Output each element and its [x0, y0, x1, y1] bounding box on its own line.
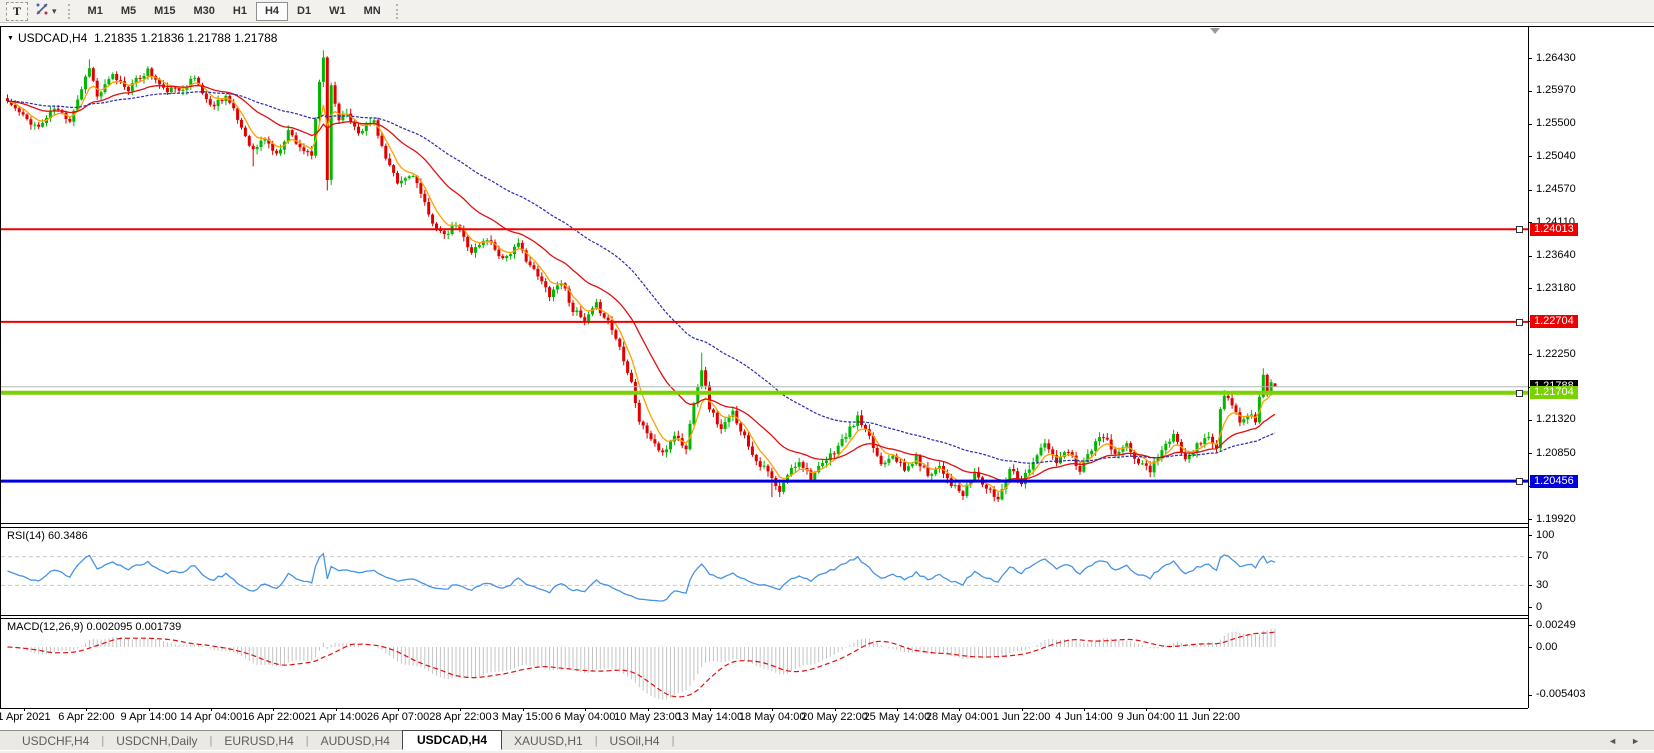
- horizontal-price-lines[interactable]: [1, 229, 1528, 481]
- price-axis-label: 1.25500: [1536, 117, 1576, 129]
- macd-indicator: [8, 629, 1276, 700]
- axis-tick: [1528, 256, 1532, 257]
- tab-separator: |: [672, 735, 675, 747]
- ohlc-values: 1.21835 1.21836 1.21788 1.21788: [94, 31, 278, 45]
- macd-axis[interactable]: 0.00249 0.00 -0.005403: [1528, 615, 1654, 708]
- price-axis[interactable]: 1.264301.259701.255001.250401.245701.241…: [1528, 26, 1654, 523]
- price-axis-label: 1.23180: [1536, 282, 1576, 294]
- price-line-badge: 1.24013: [1530, 223, 1578, 236]
- price-line-badge: 1.20456: [1530, 475, 1578, 488]
- timeframe-button-mn[interactable]: MN: [355, 2, 390, 21]
- symbol-label: USDCAD,H4: [18, 31, 87, 45]
- line-handle[interactable]: [1516, 226, 1523, 233]
- symbol-tab-xauusd-h1[interactable]: XAUUSD,H1: [502, 731, 595, 750]
- axis-tick: [1528, 58, 1532, 59]
- axis-tick: [1528, 91, 1532, 92]
- symbol-tab-usdchf-h4[interactable]: USDCHF,H4: [10, 731, 101, 750]
- timeframe-button-m1[interactable]: M1: [79, 2, 112, 21]
- timeframe-button-m30[interactable]: M30: [185, 2, 224, 21]
- pane-separator: [0, 615, 1528, 616]
- tab-scroll-arrows: ◄ ►: [1608, 736, 1654, 746]
- time-axis[interactable]: 1 Apr 20216 Apr 22:009 Apr 14:0014 Apr 0…: [0, 708, 1528, 726]
- price-axis-label: 1.25970: [1536, 84, 1576, 96]
- price-axis-label: 1.25040: [1536, 150, 1576, 162]
- rsi-axis[interactable]: 100 70 30 0: [1528, 523, 1654, 615]
- price-axis-label: 1.23640: [1536, 249, 1576, 261]
- timeframe-button-m5[interactable]: M5: [112, 2, 145, 21]
- price-axis-label: 1.24570: [1536, 183, 1576, 195]
- time-axis-label: 11 Jun 22:00: [1164, 711, 1254, 723]
- axis-tick: [1528, 453, 1532, 454]
- price-axis-label: 1.22250: [1536, 348, 1576, 360]
- macd-axis-label: 0.00: [1536, 641, 1557, 653]
- macd-axis-label: -0.005403: [1536, 688, 1586, 700]
- chevron-down-icon: ▾: [52, 6, 57, 17]
- symbol-tab-usdcad-h4[interactable]: USDCAD,H4: [402, 730, 502, 750]
- axis-tick: [1528, 625, 1532, 626]
- axis-tick: [1528, 557, 1532, 558]
- pane-separator: [0, 527, 1528, 528]
- timeframe-button-d1[interactable]: D1: [288, 2, 320, 21]
- axis-tick: [1528, 607, 1532, 608]
- line-handle[interactable]: [1516, 478, 1523, 485]
- price-line-badge: 1.21704: [1530, 386, 1578, 399]
- timeframe-button-h1[interactable]: H1: [224, 2, 256, 21]
- symbol-tab-usdcnh-daily[interactable]: USDCNH,Daily: [104, 731, 209, 750]
- axis-tick: [1528, 647, 1532, 648]
- tabs-list: USDCHF,H4|USDCNH,Daily|EURUSD,H4|AUDUSD,…: [0, 731, 1608, 750]
- axis-tick: [1528, 190, 1532, 191]
- line-handle[interactable]: [1516, 390, 1523, 397]
- rsi-axis-label: 30: [1536, 579, 1548, 591]
- toolbar-separator: [396, 4, 401, 19]
- axis-tick: [1528, 695, 1532, 696]
- rsi-axis-label: 100: [1536, 529, 1554, 541]
- axis-tick: [1528, 354, 1532, 355]
- tab-scroll-right-button[interactable]: ►: [1631, 736, 1640, 746]
- mt4-window: T ▾ M1M5M15M30H1H4D1W1MN: [0, 0, 1654, 753]
- rsi-indicator: [1, 554, 1528, 601]
- chart-tabs-bar: USDCHF,H4|USDCNH,Daily|EURUSD,H4|AUDUSD,…: [0, 730, 1654, 750]
- rsi-axis-label: 0: [1536, 601, 1542, 613]
- macd-axis-label: 0.00249: [1536, 619, 1576, 631]
- text-tool-button[interactable]: T: [6, 2, 28, 21]
- pane-separator: [0, 618, 1528, 619]
- rsi-title: RSI(14) 60.3486: [7, 530, 88, 542]
- axis-tick: [1528, 156, 1532, 157]
- symbol-tab-audusd-h4[interactable]: AUDUSD,H4: [309, 731, 402, 750]
- candlestick-series: [6, 50, 1277, 502]
- pane-separator: [0, 523, 1528, 524]
- symbol-tab-usoil-h4[interactable]: USOil,H4: [598, 731, 672, 750]
- timeframe-toolbar: M1M5M15M30H1H4D1W1MN: [79, 2, 390, 21]
- axis-tick: [1528, 519, 1532, 520]
- macd-title: MACD(12,26,9) 0.002095 0.001739: [7, 621, 181, 633]
- axis-tick: [1528, 535, 1532, 536]
- timeframe-button-w1[interactable]: W1: [320, 2, 355, 21]
- chart-tools-icon: [34, 1, 50, 22]
- chart-window[interactable]: ▼ USDCAD,H4 1.21835 1.21836 1.21788 1.217…: [0, 26, 1654, 726]
- timeframe-button-m15[interactable]: M15: [145, 2, 184, 21]
- axis-tick: [1528, 288, 1532, 289]
- toolbar-separator: [68, 4, 73, 19]
- chart-shift-icon[interactable]: [1210, 28, 1220, 34]
- price-line-badge: 1.22704: [1530, 315, 1578, 328]
- toolbar: T ▾ M1M5M15M30H1H4D1W1MN: [0, 0, 1654, 23]
- timeframe-button-h4[interactable]: H4: [256, 2, 288, 21]
- line-handle[interactable]: [1516, 319, 1523, 326]
- price-axis-label: 1.21320: [1536, 413, 1576, 425]
- chart-canvas: [0, 26, 1654, 753]
- chart-border: [0, 26, 1654, 27]
- tab-scroll-left-button[interactable]: ◄: [1608, 736, 1617, 746]
- price-axis-label: 1.20850: [1536, 447, 1576, 459]
- axis-tick: [1528, 124, 1532, 125]
- symbol-dropdown-icon[interactable]: ▼: [7, 35, 14, 42]
- draw-tools-button[interactable]: ▾: [32, 2, 59, 20]
- rsi-axis-label: 70: [1536, 550, 1548, 562]
- axis-tick: [1528, 420, 1532, 421]
- axis-tick: [1528, 585, 1532, 586]
- chart-border: [0, 26, 1, 708]
- chart-title: ▼ USDCAD,H4 1.21835 1.21836 1.21788 1.217…: [7, 31, 277, 45]
- price-axis-label: 1.26430: [1536, 52, 1576, 64]
- symbol-tab-eurusd-h4[interactable]: EURUSD,H4: [212, 731, 305, 750]
